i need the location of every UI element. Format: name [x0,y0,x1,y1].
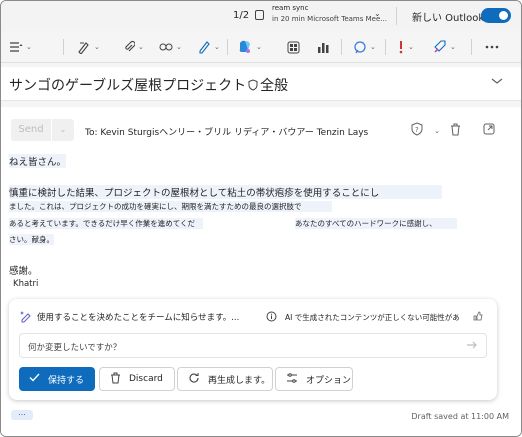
discard-button[interactable]: Discard [99,367,175,391]
reminder-title[interactable]: ream sync [272,4,308,12]
closing-text[interactable]: 感謝。 [9,263,38,277]
attach-icon[interactable]: ⌄ [123,39,144,55]
send-arrow-icon[interactable] [466,340,478,353]
divider [341,39,342,55]
divider [385,39,386,55]
to-recipients[interactable]: To: Kevin Sturgisヘンリー・ブリル リディア・バウアー Tenz… [85,125,368,138]
more-content-button[interactable]: ... [11,409,33,420]
send-button[interactable]: Send [11,119,51,141]
outlook-window: 1/2 ream sync in 20 min Microsoft Teams … [0,0,522,437]
loop-icon[interactable]: ⌄ [353,39,376,55]
shield-icon [248,79,258,95]
new-outlook-toggle[interactable] [481,8,511,23]
copilot-draft-card: 使用することを決めたことをチームに知らせます。... AI で生成されたコンテン… [9,299,497,400]
calendar-icon [255,10,264,20]
send-options-button[interactable]: ⌄ [52,119,74,141]
tag-icon[interactable]: ⌄ [433,39,456,55]
body-line-4[interactable]: さい。献身。 [9,234,54,245]
subject-text[interactable]: サンゴのゲーブルズ屋根プロジェクト 全般 [9,75,288,95]
divider [63,39,64,55]
keep-label: 保持する [48,375,85,386]
chart-icon[interactable] [317,39,330,55]
options-button[interactable]: オプション [275,367,353,391]
new-outlook-label: 新しい Outlook [412,13,485,24]
svg-text:?: ? [415,126,419,134]
divider [227,39,228,55]
divider [471,39,472,55]
sparkle-pen-icon [19,309,33,326]
refine-placeholder: 何か変更したいですか？ [28,343,122,353]
sensitivity-icon[interactable]: ? [410,122,424,139]
body-line-3b[interactable]: あなたのすべてのハードワークに感謝し、 [295,218,457,229]
signature-name[interactable]: Khatri [13,279,38,289]
checkmark-icon [29,373,40,385]
ribbon-toolbar: ⌄ ⌄ ⌄ ⌄ ⌄ ⌄ ⌄ ⌄ ⌄ [1,31,521,63]
delete-icon[interactable] [450,123,461,139]
body-line-3a[interactable]: あると考えています。できるだけ早く作業を進めてくだ [9,218,203,229]
chevron-down-icon[interactable]: ⌄ [374,9,381,18]
thumbs-icon[interactable] [473,311,489,324]
discard-label: Discard [129,374,163,384]
chevron-down-icon[interactable]: ⌄ [434,127,440,135]
top-bar: 1/2 ream sync in 20 min Microsoft Teams … [1,1,521,31]
copilot-prompt-text: 使用することを決めたことをチームに知らせます。... [37,313,240,323]
apps-icon[interactable] [287,39,300,55]
compose-actions: ? ⌄ [410,122,495,139]
ai-disclaimer: AI で生成されたコンテンツが正しくない可能性があ [285,313,460,322]
draw-icon[interactable]: ⌄ [197,39,220,55]
link-icon[interactable]: ⌄ [159,39,182,55]
subject-text-main: サンゴのゲーブルズ屋根プロジェクト [9,78,247,94]
importance-icon[interactable]: ⌄ [397,39,414,55]
compose-pane: Send ⌄ To: Kevin Sturgisヘンリー・ブリル リディア・バウ… [1,107,521,436]
reminder-pager[interactable]: 1/2 [233,10,249,21]
more-icon[interactable] [485,39,499,55]
info-icon[interactable] [266,311,277,325]
regenerate-label: 再生成します。 [208,375,271,386]
refine-input[interactable]: 何か変更したいですか？ [19,333,487,358]
refresh-icon [188,372,200,387]
toggle-knob [499,11,508,20]
chevron-down-icon[interactable] [491,77,503,88]
options-label: オプション [306,375,352,386]
trash-icon [110,372,121,387]
reminder-subtitle[interactable]: in 20 min Microsoft Teams Mee... [272,15,387,23]
body-line-1[interactable]: 慎重に検討した結果、プロジェクトの屋根材として粘土の帯状疱疹を使用することにし [9,185,443,199]
subject-label-general: 全般 [260,78,289,94]
options-icon [286,372,298,386]
copilot-icon[interactable]: ⌄ [237,39,262,55]
keep-button[interactable]: 保持する [19,367,95,391]
divider [396,7,397,25]
body-line-2[interactable]: ました。これは、プロジェクトの成功を確実にし、期限を満たすための最良の選択肢で [9,201,332,212]
brush-icon[interactable]: ⌄ [77,39,100,55]
subject-bar[interactable]: サンゴのゲーブルズ屋根プロジェクト 全般 [1,67,521,101]
regenerate-button[interactable]: 再生成します。 [177,367,273,391]
draft-status: Draft saved at 11:00 AM [411,412,509,421]
greeting-text[interactable]: ねえ皆さん。 [9,154,67,168]
popout-icon[interactable] [483,123,495,138]
format-icon[interactable]: ⌄ [9,39,32,55]
